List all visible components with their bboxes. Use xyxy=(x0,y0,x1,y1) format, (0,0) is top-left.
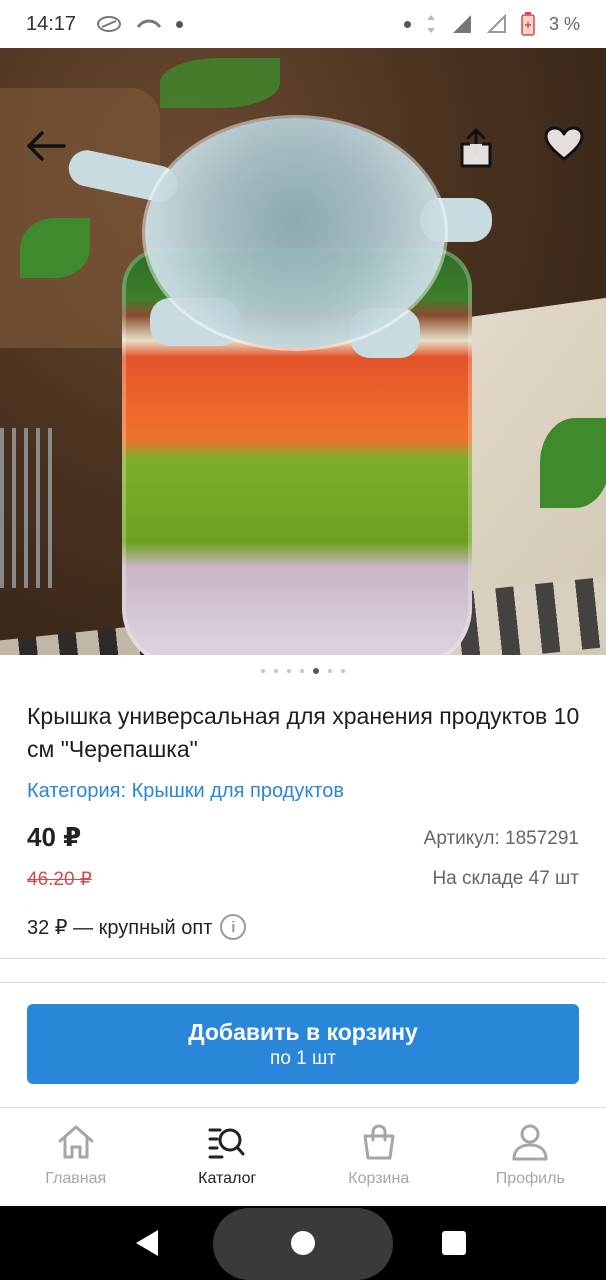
pager-dot xyxy=(328,669,332,673)
status-time: 14:17 xyxy=(26,12,77,35)
nav-item-cart[interactable]: Корзина xyxy=(303,1108,455,1205)
pager-dot xyxy=(261,669,265,673)
favorite-button[interactable] xyxy=(536,116,592,172)
pager-dot xyxy=(341,669,345,673)
signal-empty-icon xyxy=(486,14,506,33)
category-link[interactable]: Категория: Крышки для продуктов xyxy=(27,780,344,803)
back-button[interactable] xyxy=(20,120,72,172)
missed-call-icon xyxy=(136,19,162,28)
nav-label-home: Главная xyxy=(45,1170,107,1187)
image-pager xyxy=(0,668,606,674)
pager-dot xyxy=(274,669,278,673)
catalog-search-icon xyxy=(208,1128,245,1159)
add-to-cart-quantity: по 1 шт xyxy=(270,1047,336,1069)
nav-label-cart: Корзина xyxy=(348,1170,410,1187)
pager-dot xyxy=(287,669,291,673)
share-icon xyxy=(460,128,492,168)
system-recents-icon[interactable] xyxy=(442,1231,466,1255)
system-navigation-bar xyxy=(0,1206,606,1280)
profile-icon xyxy=(512,1124,548,1161)
product-price: 40 ₽ xyxy=(27,822,82,852)
status-dot-icon xyxy=(403,20,411,28)
nav-label-catalog: Каталог xyxy=(198,1170,257,1187)
home-icon xyxy=(58,1125,94,1159)
stock-status: На складе 47 шт xyxy=(432,868,579,889)
heart-icon xyxy=(544,126,584,161)
notification-dot-icon xyxy=(176,20,184,28)
bag-icon xyxy=(363,1124,395,1160)
add-to-cart-button[interactable]: Добавить в корзину по 1 шт xyxy=(27,1004,579,1084)
nav-item-profile[interactable]: Профиль xyxy=(455,1108,606,1205)
system-back-icon[interactable] xyxy=(136,1230,158,1256)
nav-item-catalog[interactable]: Каталог xyxy=(152,1108,304,1205)
add-to-cart-label: Добавить в корзину xyxy=(188,1018,418,1045)
nav-item-home[interactable]: Главная xyxy=(0,1108,152,1205)
wholesale-price: 32 ₽ — крупный опт i xyxy=(27,914,247,940)
pager-dot xyxy=(300,669,304,673)
data-arrows-icon xyxy=(426,15,435,33)
share-button[interactable] xyxy=(448,120,504,176)
silicone-lid xyxy=(145,118,445,348)
pager-dot-active xyxy=(313,668,319,674)
arrow-left-icon xyxy=(27,131,66,161)
signal-icon xyxy=(452,15,471,33)
wholesale-label: 32 ₽ — крупный опт xyxy=(27,916,213,939)
status-bar: 14:17 3 % xyxy=(0,0,606,48)
nav-label-profile: Профиль xyxy=(495,1170,565,1187)
product-sku: Артикул: 1857291 xyxy=(423,828,579,849)
divider xyxy=(0,982,606,983)
notification-app-icon xyxy=(97,16,122,32)
product-title: Крышка универсальная для хранения продук… xyxy=(27,703,580,762)
battery-percent: 3 % xyxy=(548,13,580,34)
old-price: 46.20 ₽ xyxy=(27,869,92,890)
info-icon[interactable]: i xyxy=(220,914,247,940)
divider xyxy=(0,958,606,959)
product-image[interactable] xyxy=(0,48,606,655)
bottom-navigation: Главная Каталог Корзина Профиль xyxy=(0,1107,606,1205)
system-home-icon[interactable] xyxy=(291,1231,315,1255)
battery-low-icon xyxy=(521,12,535,36)
